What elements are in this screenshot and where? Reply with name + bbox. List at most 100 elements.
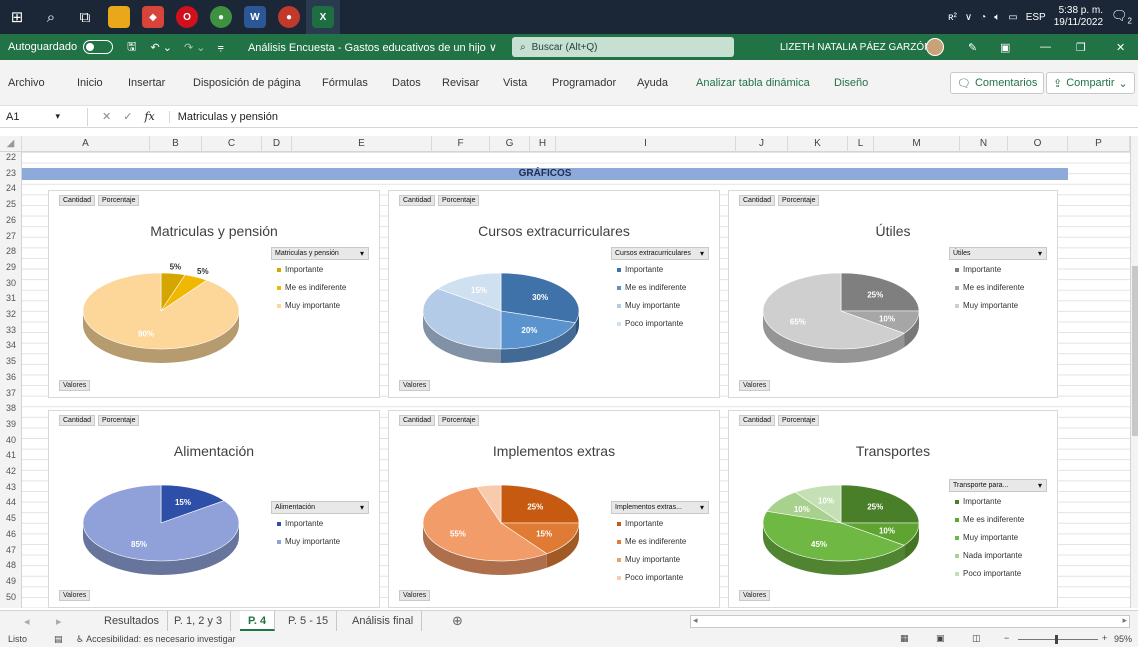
row-header[interactable]: 31: [0, 293, 22, 304]
row-header[interactable]: 26: [0, 215, 22, 226]
row-header[interactable]: 50: [0, 592, 22, 603]
col-header-i[interactable]: I: [556, 136, 736, 152]
vertical-scrollbar[interactable]: [1130, 136, 1138, 608]
col-header-c[interactable]: C: [202, 136, 262, 152]
row-header[interactable]: 30: [0, 278, 22, 289]
pie-chart[interactable]: 15% 85%: [49, 411, 261, 609]
keyboard-language[interactable]: ESP: [1026, 12, 1046, 23]
col-header-g[interactable]: G: [490, 136, 530, 152]
name-box[interactable]: A1 ▾: [0, 107, 88, 126]
legend-filter-dropdown[interactable]: Matriculas y pensión: [271, 247, 369, 260]
customize-quick-access-icon[interactable]: ⩦: [218, 41, 224, 54]
enter-icon[interactable]: ✓: [123, 110, 132, 123]
file-explorer-icon[interactable]: [102, 0, 136, 34]
zoom-in-icon[interactable]: +: [1102, 633, 1107, 643]
wifi-icon[interactable]: ◔: [980, 12, 986, 23]
tab-archivo[interactable]: Archivo: [8, 77, 45, 89]
row-header[interactable]: 22: [0, 152, 22, 163]
chevron-up-icon[interactable]: ∨: [965, 12, 972, 23]
sheet-tab-p4[interactable]: P. 4: [240, 611, 276, 631]
pie-chart[interactable]: 25% 15% 55%: [389, 411, 601, 609]
word-icon[interactable]: W: [238, 0, 272, 34]
chrome-icon[interactable]: ●: [204, 0, 238, 34]
page-break-icon[interactable]: ◫: [972, 633, 981, 644]
section-banner[interactable]: GRÁFICOS: [22, 168, 1068, 180]
row-header[interactable]: 38: [0, 403, 22, 414]
row-header[interactable]: 46: [0, 529, 22, 540]
row-header[interactable]: 29: [0, 262, 22, 273]
minimize-icon[interactable]: —: [1040, 41, 1051, 53]
tab-formulas[interactable]: Fórmulas: [322, 77, 368, 89]
row-header[interactable]: 24: [0, 183, 22, 194]
col-header-d[interactable]: D: [262, 136, 292, 152]
col-header-n[interactable]: N: [960, 136, 1008, 152]
row-header[interactable]: 45: [0, 513, 22, 524]
row-header[interactable]: 25: [0, 199, 22, 210]
select-all-corner[interactable]: ◢: [0, 136, 22, 152]
sheet-tab-analisis-final[interactable]: Análisis final: [344, 611, 423, 631]
col-header-m[interactable]: M: [874, 136, 960, 152]
tab-datos[interactable]: Datos: [392, 77, 421, 89]
scroll-left-icon[interactable]: ◂: [693, 615, 698, 626]
save-icon[interactable]: 🖫︎: [127, 38, 136, 57]
row-header[interactable]: 43: [0, 482, 22, 493]
chart-panel[interactable]: Cantidad Porcentaje Cursos extracurricular…: [388, 190, 720, 398]
row-header[interactable]: 33: [0, 325, 22, 336]
restore-icon[interactable]: ❐: [1076, 41, 1086, 54]
zoom-out-icon[interactable]: −: [1004, 633, 1009, 643]
col-header-h[interactable]: H: [530, 136, 556, 152]
tab-ayuda[interactable]: Ayuda: [637, 77, 668, 89]
battery-icon[interactable]: ▭: [1008, 12, 1017, 23]
pie-chart[interactable]: 5% 5% 90%: [49, 191, 261, 399]
chevron-down-icon[interactable]: ⌄: [1119, 77, 1128, 90]
row-header[interactable]: 47: [0, 545, 22, 556]
pie-chart[interactable]: 25% 10% 45% 10% 10%: [729, 411, 939, 609]
row-header[interactable]: 32: [0, 309, 22, 320]
sheet-tab-p5-15[interactable]: P. 5 - 15: [280, 611, 338, 631]
tab-vista[interactable]: Vista: [503, 77, 527, 89]
function-icon[interactable]: fx: [144, 110, 154, 123]
col-header-e[interactable]: E: [292, 136, 432, 152]
tab-programador[interactable]: Programador: [552, 77, 616, 89]
tab-inicio[interactable]: Inicio: [77, 77, 103, 89]
document-title[interactable]: Análisis Encuesta - Gastos educativos de…: [248, 41, 497, 54]
chrome-profile-icon[interactable]: ●: [272, 0, 306, 34]
excel-icon[interactable]: X: [306, 0, 340, 34]
row-header[interactable]: 48: [0, 560, 22, 571]
redo-icon[interactable]: ↷ ⌄: [184, 41, 206, 54]
pie-chart[interactable]: 30% 20% 15%: [389, 191, 601, 399]
zoom-slider[interactable]: [1018, 635, 1098, 644]
chart-panel[interactable]: Cantidad Porcentaje Implementos extras Valo…: [388, 410, 720, 608]
row-header[interactable]: 42: [0, 466, 22, 477]
pie-chart[interactable]: 25% 10% 65%: [729, 191, 939, 399]
chevron-down-icon[interactable]: ▾: [55, 111, 60, 122]
col-header-p[interactable]: P: [1068, 136, 1130, 152]
sheet-tab-resultados[interactable]: Resultados: [96, 611, 169, 631]
row-header[interactable]: 49: [0, 576, 22, 587]
tab-revisar[interactable]: Revisar: [442, 77, 479, 89]
legend-filter-dropdown[interactable]: Alimentación: [271, 501, 369, 514]
col-header-f[interactable]: F: [432, 136, 490, 152]
horizontal-scrollbar[interactable]: ◂ ▸: [690, 615, 1130, 628]
search-icon[interactable]: ⌕: [34, 0, 68, 34]
col-header-k[interactable]: K: [788, 136, 848, 152]
tab-insertar[interactable]: Insertar: [128, 77, 165, 89]
clock[interactable]: 5:38 p. m. 19/11/2022: [1054, 5, 1103, 29]
col-header-l[interactable]: L: [848, 136, 874, 152]
scroll-right-icon[interactable]: ▸: [56, 615, 62, 628]
close-icon[interactable]: ✕: [1116, 41, 1125, 54]
tab-disposicion[interactable]: Disposición de página: [193, 77, 301, 89]
search-box[interactable]: ⌕ Buscar (Alt+Q): [512, 37, 734, 57]
undo-icon[interactable]: ↶ ⌄: [151, 41, 173, 54]
scroll-left-icon[interactable]: ◂: [24, 615, 30, 628]
macro-icon[interactable]: ▤: [54, 634, 63, 645]
chart-panel[interactable]: Cantidad Porcentaje Alimentación Valores Ali…: [48, 410, 380, 608]
scroll-right-icon[interactable]: ▸: [1122, 615, 1127, 626]
row-header[interactable]: 34: [0, 340, 22, 351]
row-header[interactable]: 23: [0, 168, 22, 179]
notification-area-icon[interactable]: ʀ²: [948, 12, 957, 23]
accessibility-status[interactable]: ♿︎ Accesibilidad: es necesario investiga…: [76, 634, 236, 645]
pie-slice[interactable]: [82, 272, 240, 350]
scrollbar-thumb[interactable]: [1132, 266, 1138, 436]
chart-panel[interactable]: Cantidad Porcentaje Matriculas y pensión Va…: [48, 190, 380, 398]
